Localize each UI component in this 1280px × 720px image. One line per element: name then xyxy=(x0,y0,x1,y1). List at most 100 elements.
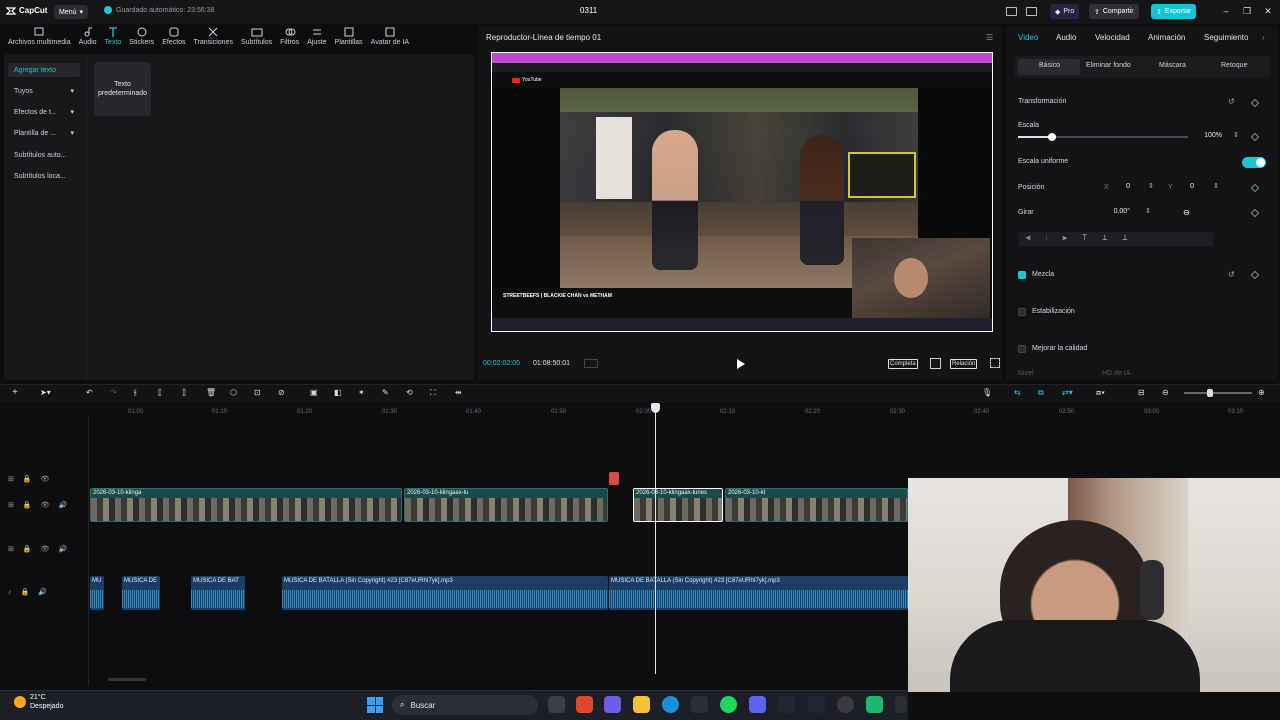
nav-add-text[interactable]: Agregar texto xyxy=(8,63,80,77)
tool-text[interactable]: Texto xyxy=(101,26,126,52)
subtab-mask[interactable]: Máscara xyxy=(1159,62,1186,69)
video-clip[interactable]: 2026-03-10-klingaax-lu xyxy=(404,488,608,522)
scale-slider-handle[interactable] xyxy=(1048,133,1056,141)
rotate-input[interactable]: 0.00° xyxy=(1098,208,1130,220)
preview-axis-icon[interactable]: ⇄▾ xyxy=(1062,388,1073,397)
nav-text-template[interactable]: Plantilla de ... ▾ xyxy=(8,126,80,140)
video-clip[interactable]: 2026-03-10-klinga xyxy=(90,488,402,522)
export-button[interactable]: ⇧ Exportar xyxy=(1151,4,1197,19)
steam-icon[interactable] xyxy=(778,696,795,713)
ratio-button[interactable]: Relación xyxy=(950,359,978,369)
zoom-in-icon[interactable]: ⊕ xyxy=(1258,388,1265,397)
zoom-slider[interactable] xyxy=(1184,392,1252,394)
align-icons[interactable]: ⫷⫶⫸⊤⊥⊥ xyxy=(1026,233,1143,243)
mask-icon[interactable]: ⊘ xyxy=(278,388,285,397)
stepper-icon[interactable]: ⇕ xyxy=(1148,182,1154,190)
ai-icon[interactable]: ✶ xyxy=(358,388,365,397)
tab-video[interactable]: Video xyxy=(1018,33,1038,42)
maximize-icon[interactable]: ❐ xyxy=(1241,5,1253,17)
crop-icon[interactable] xyxy=(930,358,941,369)
full-button[interactable]: Completa xyxy=(888,359,918,369)
subtab-basic[interactable]: Básico xyxy=(1039,62,1060,69)
taskbar-search[interactable]: ⌕ Buscar xyxy=(392,695,538,715)
tab-animation[interactable]: Animación xyxy=(1148,33,1185,42)
stepper-icon[interactable]: ⇕ xyxy=(1145,207,1151,215)
subtab-remove-bg[interactable]: Eliminar fondo xyxy=(1086,62,1131,69)
tool-effects[interactable]: Efectos xyxy=(158,26,189,52)
menu-button[interactable]: Menú ▾ xyxy=(54,5,89,19)
speaker-icon[interactable]: 🔊 xyxy=(58,545,67,553)
undo-icon[interactable]: ↶ xyxy=(86,388,93,397)
stepper-icon[interactable]: ⇕ xyxy=(1213,182,1219,190)
spotify-icon[interactable] xyxy=(720,696,737,713)
zoom-out-icon[interactable]: ⊖ xyxy=(1162,388,1169,397)
split-icon[interactable]: ⫲ xyxy=(134,388,137,398)
windows-start-icon[interactable] xyxy=(367,697,383,713)
speaker-icon[interactable]: 🔊 xyxy=(58,501,67,509)
speaker-icon[interactable]: 🔊 xyxy=(38,588,47,596)
rotate-tool-icon[interactable]: ⟲ xyxy=(406,388,413,397)
tool-media[interactable]: Archivos multimedia xyxy=(4,26,75,52)
caption-icon[interactable]: ⧈▾ xyxy=(1096,388,1105,398)
video-clip[interactable]: 2026-03-10-kl xyxy=(725,488,908,522)
mute-icon[interactable]: ⊟ xyxy=(1138,388,1145,397)
discord-icon[interactable] xyxy=(749,696,766,713)
timeline-scrollbar[interactable] xyxy=(108,678,146,681)
microphone-icon[interactable]: 🎙 xyxy=(982,388,992,397)
copilot-icon[interactable] xyxy=(604,696,621,713)
close-icon[interactable]: ✕ xyxy=(1262,5,1274,17)
subtab-retouch[interactable]: Retoque xyxy=(1221,62,1247,69)
playhead[interactable] xyxy=(655,404,656,674)
mirror-icon[interactable]: ◧ xyxy=(334,388,342,397)
zoom-handle[interactable] xyxy=(1207,389,1213,397)
tab-audio[interactable]: Audio xyxy=(1056,33,1076,42)
fullscreen-icon[interactable] xyxy=(990,358,1000,368)
lock-icon[interactable]: 🔒 xyxy=(23,545,32,553)
audio-clip[interactable]: MUSICA DE xyxy=(122,576,160,610)
freeze-icon[interactable]: ▣ xyxy=(310,388,318,397)
obs-icon[interactable] xyxy=(837,696,854,713)
level-select[interactable]: HD de IA xyxy=(1102,370,1130,377)
reset-icon[interactable]: ↺ xyxy=(1228,270,1235,279)
audio-clip[interactable]: MUSICA DE BAT xyxy=(191,576,245,610)
video-clip-selected[interactable]: 2026-03-10-klingaax-lunes xyxy=(633,488,723,522)
delete-icon[interactable]: 🗑 xyxy=(206,388,216,397)
tool-subtitles[interactable]: Subtítulos xyxy=(237,26,276,52)
weather-widget[interactable]: 21°C Despejado xyxy=(14,693,63,711)
nav-auto-subtitles[interactable]: Subtítulos auto... xyxy=(8,148,80,162)
pos-y-input[interactable]: 0 xyxy=(1180,183,1194,195)
play-icon[interactable] xyxy=(736,358,746,370)
eye-icon[interactable]: 👁 xyxy=(41,545,50,553)
audio-clip[interactable]: MUSICA DE BATALLA (Sin Copyright) #23 [C… xyxy=(609,576,908,610)
lock-icon[interactable]: 🔒 xyxy=(23,501,32,509)
audio-clip[interactable]: MU xyxy=(90,576,104,610)
uniform-scale-toggle[interactable] xyxy=(1242,157,1266,168)
pro-button[interactable]: ◆ Pro xyxy=(1050,4,1080,19)
split-left-icon[interactable]: ⟦ xyxy=(158,388,162,397)
link-icon[interactable]: ⇆ xyxy=(1014,388,1021,397)
app-green-icon[interactable] xyxy=(866,696,883,713)
share-button[interactable]: ⇪ Compartir xyxy=(1089,4,1139,19)
playhead-handle[interactable] xyxy=(651,403,660,413)
tool-templates[interactable]: Plantillas xyxy=(331,26,367,52)
rotate-dial-icon[interactable]: ⊖ xyxy=(1183,208,1190,217)
marker-flag[interactable] xyxy=(609,472,619,485)
reset-icon[interactable]: ↺ xyxy=(1228,97,1235,106)
grid-icon[interactable] xyxy=(584,359,598,368)
brave-icon[interactable] xyxy=(576,696,593,713)
edge-icon[interactable] xyxy=(662,696,679,713)
pos-x-input[interactable]: 0 xyxy=(1114,183,1130,195)
default-text-card[interactable]: Texto predeterminado xyxy=(94,62,151,116)
tool-stickers[interactable]: Stickers xyxy=(125,26,158,52)
add-icon[interactable]: + xyxy=(12,387,18,398)
nav-yours[interactable]: Tuyos ▾ xyxy=(8,84,80,98)
store-icon[interactable] xyxy=(691,696,708,713)
layout-icon[interactable] xyxy=(1006,7,1017,16)
tab-tracking[interactable]: Seguimiento xyxy=(1204,33,1248,42)
select-tool-icon[interactable]: ➤▾ xyxy=(40,388,51,397)
folder-icon[interactable] xyxy=(633,696,650,713)
fit-icon[interactable]: ⇹ xyxy=(455,388,462,397)
file-app-icon[interactable] xyxy=(548,696,565,713)
nav-local-subtitles[interactable]: Subtítulos loca... xyxy=(8,169,80,183)
redo-icon[interactable]: ↷ xyxy=(110,388,117,397)
